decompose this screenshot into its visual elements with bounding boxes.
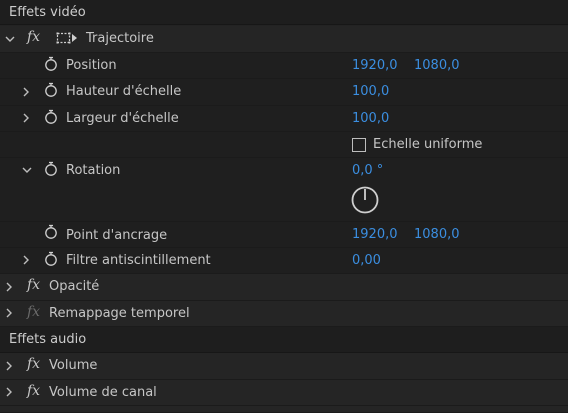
scale-width-label: Largeur d'échelle [66, 111, 179, 126]
position-y-value[interactable]: 1080,0 [414, 58, 460, 73]
audio-effects-label: Effets audio [9, 332, 87, 347]
chevron-right-icon[interactable] [20, 254, 32, 266]
chevron-right-icon[interactable] [3, 307, 15, 319]
chevron-right-icon[interactable] [3, 386, 15, 398]
chevron-down-icon[interactable] [4, 33, 16, 45]
volume-effect-name: Volume [49, 358, 98, 373]
anchor-point-x-value[interactable]: 1920,0 [352, 227, 398, 242]
audio-effects-header: Effets audio [0, 327, 568, 353]
uniform-scale-checkbox[interactable] [352, 138, 366, 152]
anti-flicker-row: Filtre antiscintillement 0,00 [0, 248, 568, 274]
channel-volume-effect-row[interactable]: fx Volume de canal [0, 380, 568, 406]
chevron-right-icon[interactable] [3, 281, 15, 293]
opacity-effect-row[interactable]: fx Opacité [0, 274, 568, 301]
scale-width-row: Largeur d'échelle 100,0 [0, 106, 568, 132]
stopwatch-icon[interactable] [44, 109, 58, 125]
chevron-right-icon[interactable] [3, 360, 15, 372]
stopwatch-icon[interactable] [44, 251, 58, 267]
chevron-down-icon[interactable] [21, 164, 33, 176]
time-remap-effect-name: Remappage temporel [49, 306, 190, 321]
effect-controls-panel: Effets vidéo fx Trajectoire Position 192… [0, 0, 568, 413]
motion-effect-name: Trajectoire [86, 31, 154, 46]
rotation-row: Rotation 0,0 ° [0, 158, 568, 222]
opacity-effect-name: Opacité [49, 279, 100, 294]
channel-volume-effect-name: Volume de canal [49, 385, 157, 400]
fx-toggle-icon[interactable]: fx [27, 356, 40, 372]
position-label: Position [66, 58, 117, 73]
time-remap-effect-row[interactable]: fx Remappage temporel [0, 301, 568, 327]
fx-toggle-icon: fx [27, 304, 41, 320]
stopwatch-icon[interactable] [44, 82, 58, 98]
chevron-right-icon[interactable] [20, 112, 32, 124]
anti-flicker-value[interactable]: 0,00 [352, 253, 381, 268]
stopwatch-icon[interactable] [44, 56, 58, 72]
stopwatch-icon[interactable] [44, 224, 58, 240]
stopwatch-icon[interactable] [44, 161, 58, 177]
anchor-point-label: Point d'ancrage [66, 228, 168, 243]
scale-height-value[interactable]: 100,0 [352, 84, 389, 99]
anti-flicker-label: Filtre antiscintillement [66, 253, 211, 268]
uniform-scale-label[interactable]: Echelle uniforme [373, 137, 482, 152]
scale-height-row: Hauteur d'échelle 100,0 [0, 79, 568, 106]
uniform-scale-row: Echelle uniforme [0, 132, 568, 158]
fx-toggle-icon[interactable]: fx [27, 277, 40, 293]
rotation-value[interactable]: 0,0 ° [352, 163, 383, 178]
rotation-label: Rotation [66, 163, 121, 178]
position-row: Position 1920,0 1080,0 [0, 53, 568, 79]
video-effects-label: Effets vidéo [9, 5, 86, 20]
next-effect-row-partial [0, 406, 568, 413]
scale-height-label: Hauteur d'échelle [66, 84, 182, 99]
scale-width-value[interactable]: 100,0 [352, 111, 389, 126]
video-effects-header: Effets vidéo [0, 0, 568, 25]
anchor-point-row: Point d'ancrage 1920,0 1080,0 [0, 222, 568, 248]
chevron-right-icon[interactable] [20, 86, 32, 98]
motion-transform-icon[interactable] [56, 31, 78, 45]
motion-effect-row[interactable]: fx Trajectoire [0, 26, 568, 53]
rotation-dial-icon[interactable] [350, 185, 380, 215]
fx-toggle-icon[interactable]: fx [27, 383, 40, 399]
position-x-value[interactable]: 1920,0 [352, 58, 398, 73]
volume-effect-row[interactable]: fx Volume [0, 353, 568, 380]
fx-toggle-icon[interactable]: fx [27, 29, 40, 45]
anchor-point-y-value[interactable]: 1080,0 [414, 227, 460, 242]
